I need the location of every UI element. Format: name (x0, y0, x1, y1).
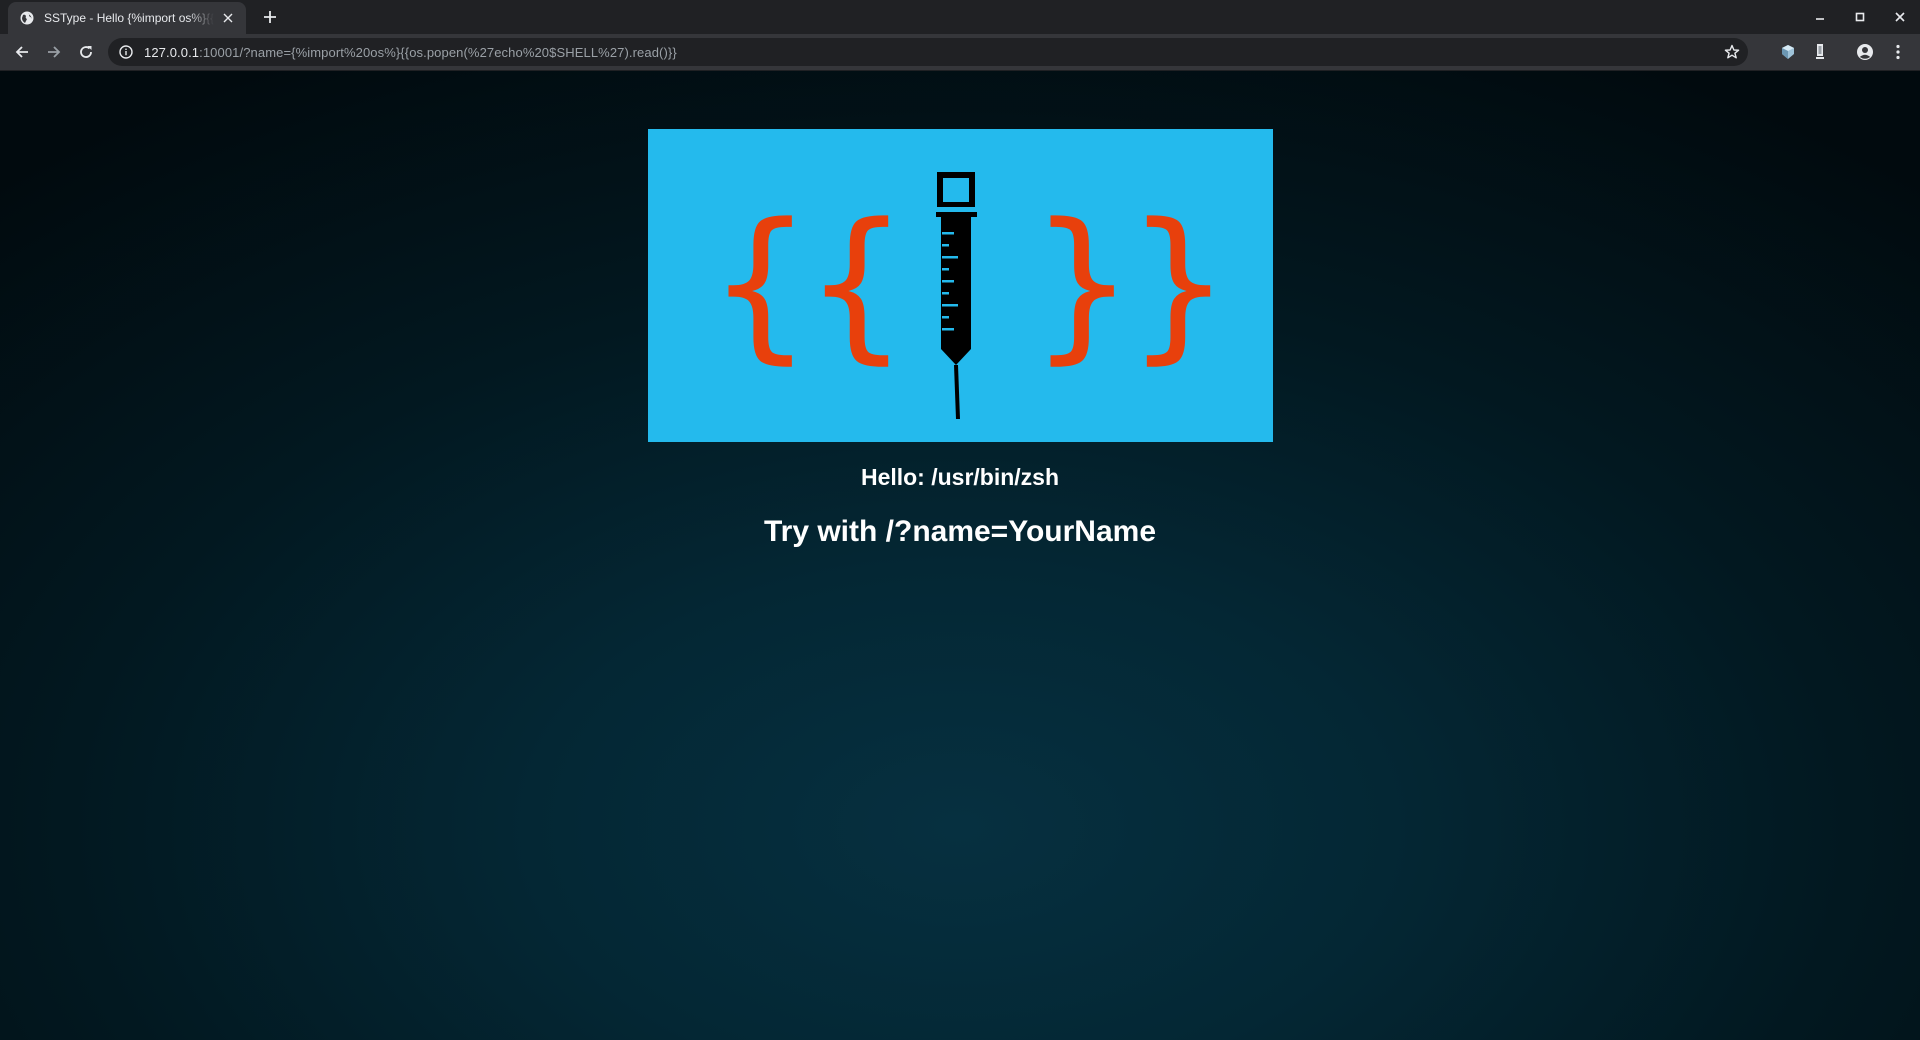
url-text[interactable]: 127.0.0.1:10001/?name={%import%20os%}{{o… (144, 45, 677, 60)
minimize-button[interactable] (1800, 0, 1840, 34)
tab-title: SSType - Hello {%import os%}{{os.popen('… (44, 11, 214, 25)
extension-button-2[interactable] (1810, 42, 1830, 62)
close-icon (1895, 12, 1905, 22)
browser-tab[interactable]: SSType - Hello {%import os%}{{os.popen('… (8, 2, 246, 34)
page-viewport: {{ }} Hello: /usr/bin/zsh Try with /?nam… (0, 71, 1920, 1040)
plus-icon (264, 11, 276, 23)
account-icon (1857, 44, 1873, 60)
right-braces-text: }} (1030, 188, 1223, 379)
minimize-icon (1816, 18, 1824, 20)
star-icon[interactable] (1724, 44, 1740, 60)
globe-icon (20, 11, 34, 25)
account-button[interactable] (1855, 42, 1875, 62)
forward-button[interactable] (40, 38, 68, 66)
maximize-button[interactable] (1840, 0, 1880, 34)
tab-close-icon[interactable] (220, 10, 236, 26)
reload-button[interactable] (72, 38, 100, 66)
ssti-logo-banner: {{ }} (648, 129, 1273, 442)
syringe-icon (936, 172, 977, 419)
window-controls (1800, 0, 1920, 34)
address-bar[interactable]: 127.0.0.1:10001/?name={%import%20os%}{{o… (108, 38, 1748, 66)
back-button[interactable] (8, 38, 36, 66)
usage-hint-text: Try with /?name=YourName (763, 515, 1157, 548)
browser-window: SSType - Hello {%import os%}{{os.popen('… (0, 0, 1920, 1040)
url-host: 127.0.0.1 (144, 44, 200, 60)
menu-icon (1896, 44, 1900, 60)
info-icon[interactable] (118, 44, 134, 60)
greeting-text: Hello: /usr/bin/zsh (860, 464, 1060, 490)
url-path: :10001/?name={%import%20os%}{{os.popen(%… (199, 44, 677, 60)
window-close-button[interactable] (1880, 0, 1920, 34)
left-braces-text: {{ (708, 188, 901, 379)
browser-toolbar: 127.0.0.1:10001/?name={%import%20os%}{{o… (0, 34, 1920, 71)
extension-button-1[interactable] (1778, 42, 1798, 62)
extension-icon (1782, 45, 1794, 59)
new-tab-button[interactable] (258, 5, 282, 29)
forward-arrow-icon (48, 46, 61, 58)
tab-strip: SSType - Hello {%import os%}{{os.popen('… (0, 0, 1920, 34)
extension-icon (1816, 44, 1824, 59)
reload-icon (80, 46, 92, 58)
maximize-icon (1855, 12, 1865, 22)
back-arrow-icon (15, 46, 28, 58)
menu-button[interactable] (1888, 42, 1908, 62)
